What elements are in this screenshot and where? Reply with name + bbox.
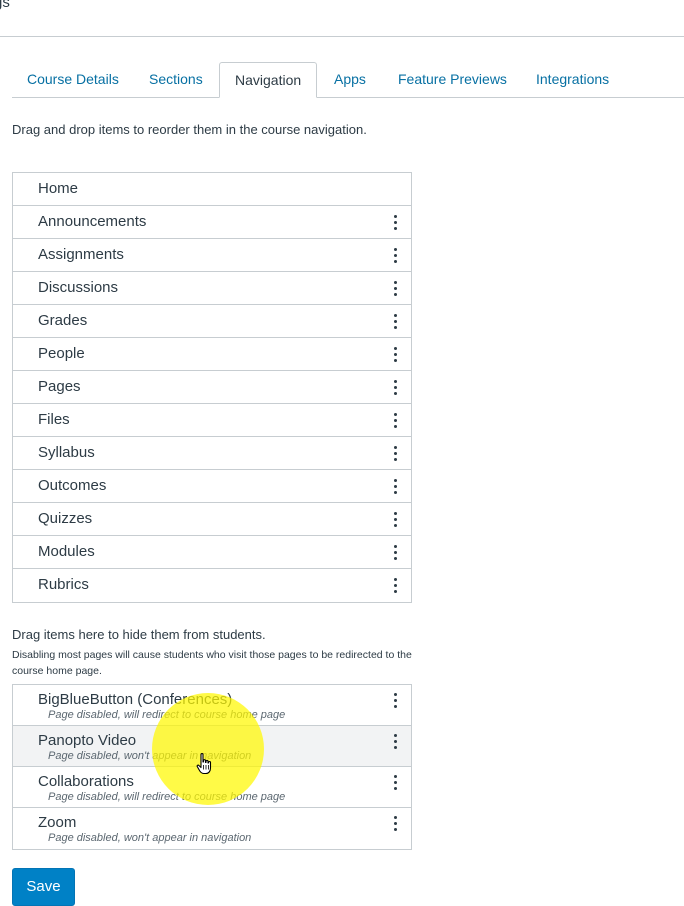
kebab-icon[interactable] — [389, 470, 401, 502]
nav-item-label: Rubrics — [38, 576, 89, 593]
hidden-item-collaborations[interactable]: Collaborations Page disabled, will redir… — [13, 767, 411, 808]
tab-integrations[interactable]: Integrations — [521, 62, 624, 97]
nav-item-label: Grades — [38, 312, 88, 329]
nav-item-label: Discussions — [38, 279, 119, 296]
hidden-item-label: Collaborations — [38, 773, 134, 790]
tab-course-details[interactable]: Course Details — [12, 62, 134, 97]
kebab-icon[interactable] — [389, 767, 401, 797]
kebab-icon[interactable] — [389, 371, 401, 403]
nav-item-label: Home — [38, 180, 79, 197]
tab-apps[interactable]: Apps — [319, 62, 381, 97]
tab-feature-previews[interactable]: Feature Previews — [383, 62, 522, 97]
nav-item-label: Quizzes — [38, 510, 93, 527]
nav-item-quizzes[interactable]: Quizzes — [13, 503, 411, 536]
disabled-nav-list: BigBlueButton (Conferences) Page disable… — [12, 684, 412, 850]
hidden-item-status: Page disabled, won't appear in navigatio… — [48, 750, 252, 762]
nav-item-label: Files — [38, 411, 70, 428]
nav-item-outcomes[interactable]: Outcomes — [13, 470, 411, 503]
kebab-icon[interactable] — [389, 726, 401, 756]
hidden-item-panopto-video[interactable]: Panopto Video Page disabled, won't appea… — [13, 726, 411, 767]
enabled-nav-list: Home Announcements Assignments Discussio… — [12, 172, 412, 603]
nav-item-announcements[interactable]: Announcements — [13, 206, 411, 239]
reorder-instructions: Drag and drop items to reorder them in t… — [12, 122, 367, 137]
kebab-icon[interactable] — [389, 808, 401, 838]
kebab-icon[interactable] — [389, 239, 401, 271]
nav-item-discussions[interactable]: Discussions — [13, 272, 411, 305]
kebab-icon[interactable] — [389, 685, 401, 715]
save-button[interactable]: Save — [12, 868, 75, 906]
kebab-icon[interactable] — [389, 338, 401, 370]
hidden-item-label: BigBlueButton (Conferences) — [38, 691, 233, 708]
nav-item-label: Syllabus — [38, 444, 95, 461]
nav-item-syllabus[interactable]: Syllabus — [13, 437, 411, 470]
kebab-icon[interactable] — [389, 569, 401, 602]
nav-item-label: Assignments — [38, 246, 124, 263]
header-divider — [0, 36, 684, 37]
nav-item-label: Announcements — [38, 213, 147, 230]
breadcrumb-fragment: gs — [0, 0, 10, 11]
nav-item-pages[interactable]: Pages — [13, 371, 411, 404]
nav-item-modules[interactable]: Modules — [13, 536, 411, 569]
kebab-icon[interactable] — [389, 272, 401, 304]
nav-item-label: Pages — [38, 378, 81, 395]
hidden-item-status: Page disabled, will redirect to course h… — [48, 709, 286, 721]
nav-item-label: Outcomes — [38, 477, 107, 494]
kebab-icon[interactable] — [389, 305, 401, 337]
hidden-item-status: Page disabled, will redirect to course h… — [48, 791, 286, 803]
nav-item-label: People — [38, 345, 85, 362]
nav-item-files[interactable]: Files — [13, 404, 411, 437]
kebab-icon[interactable] — [389, 404, 401, 436]
nav-item-grades[interactable]: Grades — [13, 305, 411, 338]
hidden-item-label: Panopto Video — [38, 732, 137, 749]
kebab-icon[interactable] — [389, 503, 401, 535]
nav-item-assignments[interactable]: Assignments — [13, 239, 411, 272]
hidden-item-bigbluebutton[interactable]: BigBlueButton (Conferences) Page disable… — [13, 685, 411, 726]
kebab-icon[interactable] — [389, 206, 401, 238]
kebab-icon[interactable] — [389, 437, 401, 469]
hidden-items-heading: Drag items here to hide them from studen… — [12, 627, 266, 642]
settings-tabs: Course Details Sections Navigation Apps … — [12, 62, 684, 98]
tab-sections[interactable]: Sections — [134, 62, 218, 97]
hidden-item-zoom[interactable]: Zoom Page disabled, won't appear in navi… — [13, 808, 411, 849]
hidden-item-status: Page disabled, won't appear in navigatio… — [48, 832, 252, 844]
tab-navigation[interactable]: Navigation — [219, 62, 318, 98]
nav-item-rubrics[interactable]: Rubrics — [13, 569, 411, 602]
nav-item-home[interactable]: Home — [13, 173, 411, 206]
nav-item-people[interactable]: People — [13, 338, 411, 371]
nav-item-label: Modules — [38, 543, 95, 560]
hidden-item-label: Zoom — [38, 814, 77, 831]
kebab-icon[interactable] — [389, 536, 401, 568]
hidden-items-note: Disabling most pages will cause students… — [12, 649, 412, 677]
